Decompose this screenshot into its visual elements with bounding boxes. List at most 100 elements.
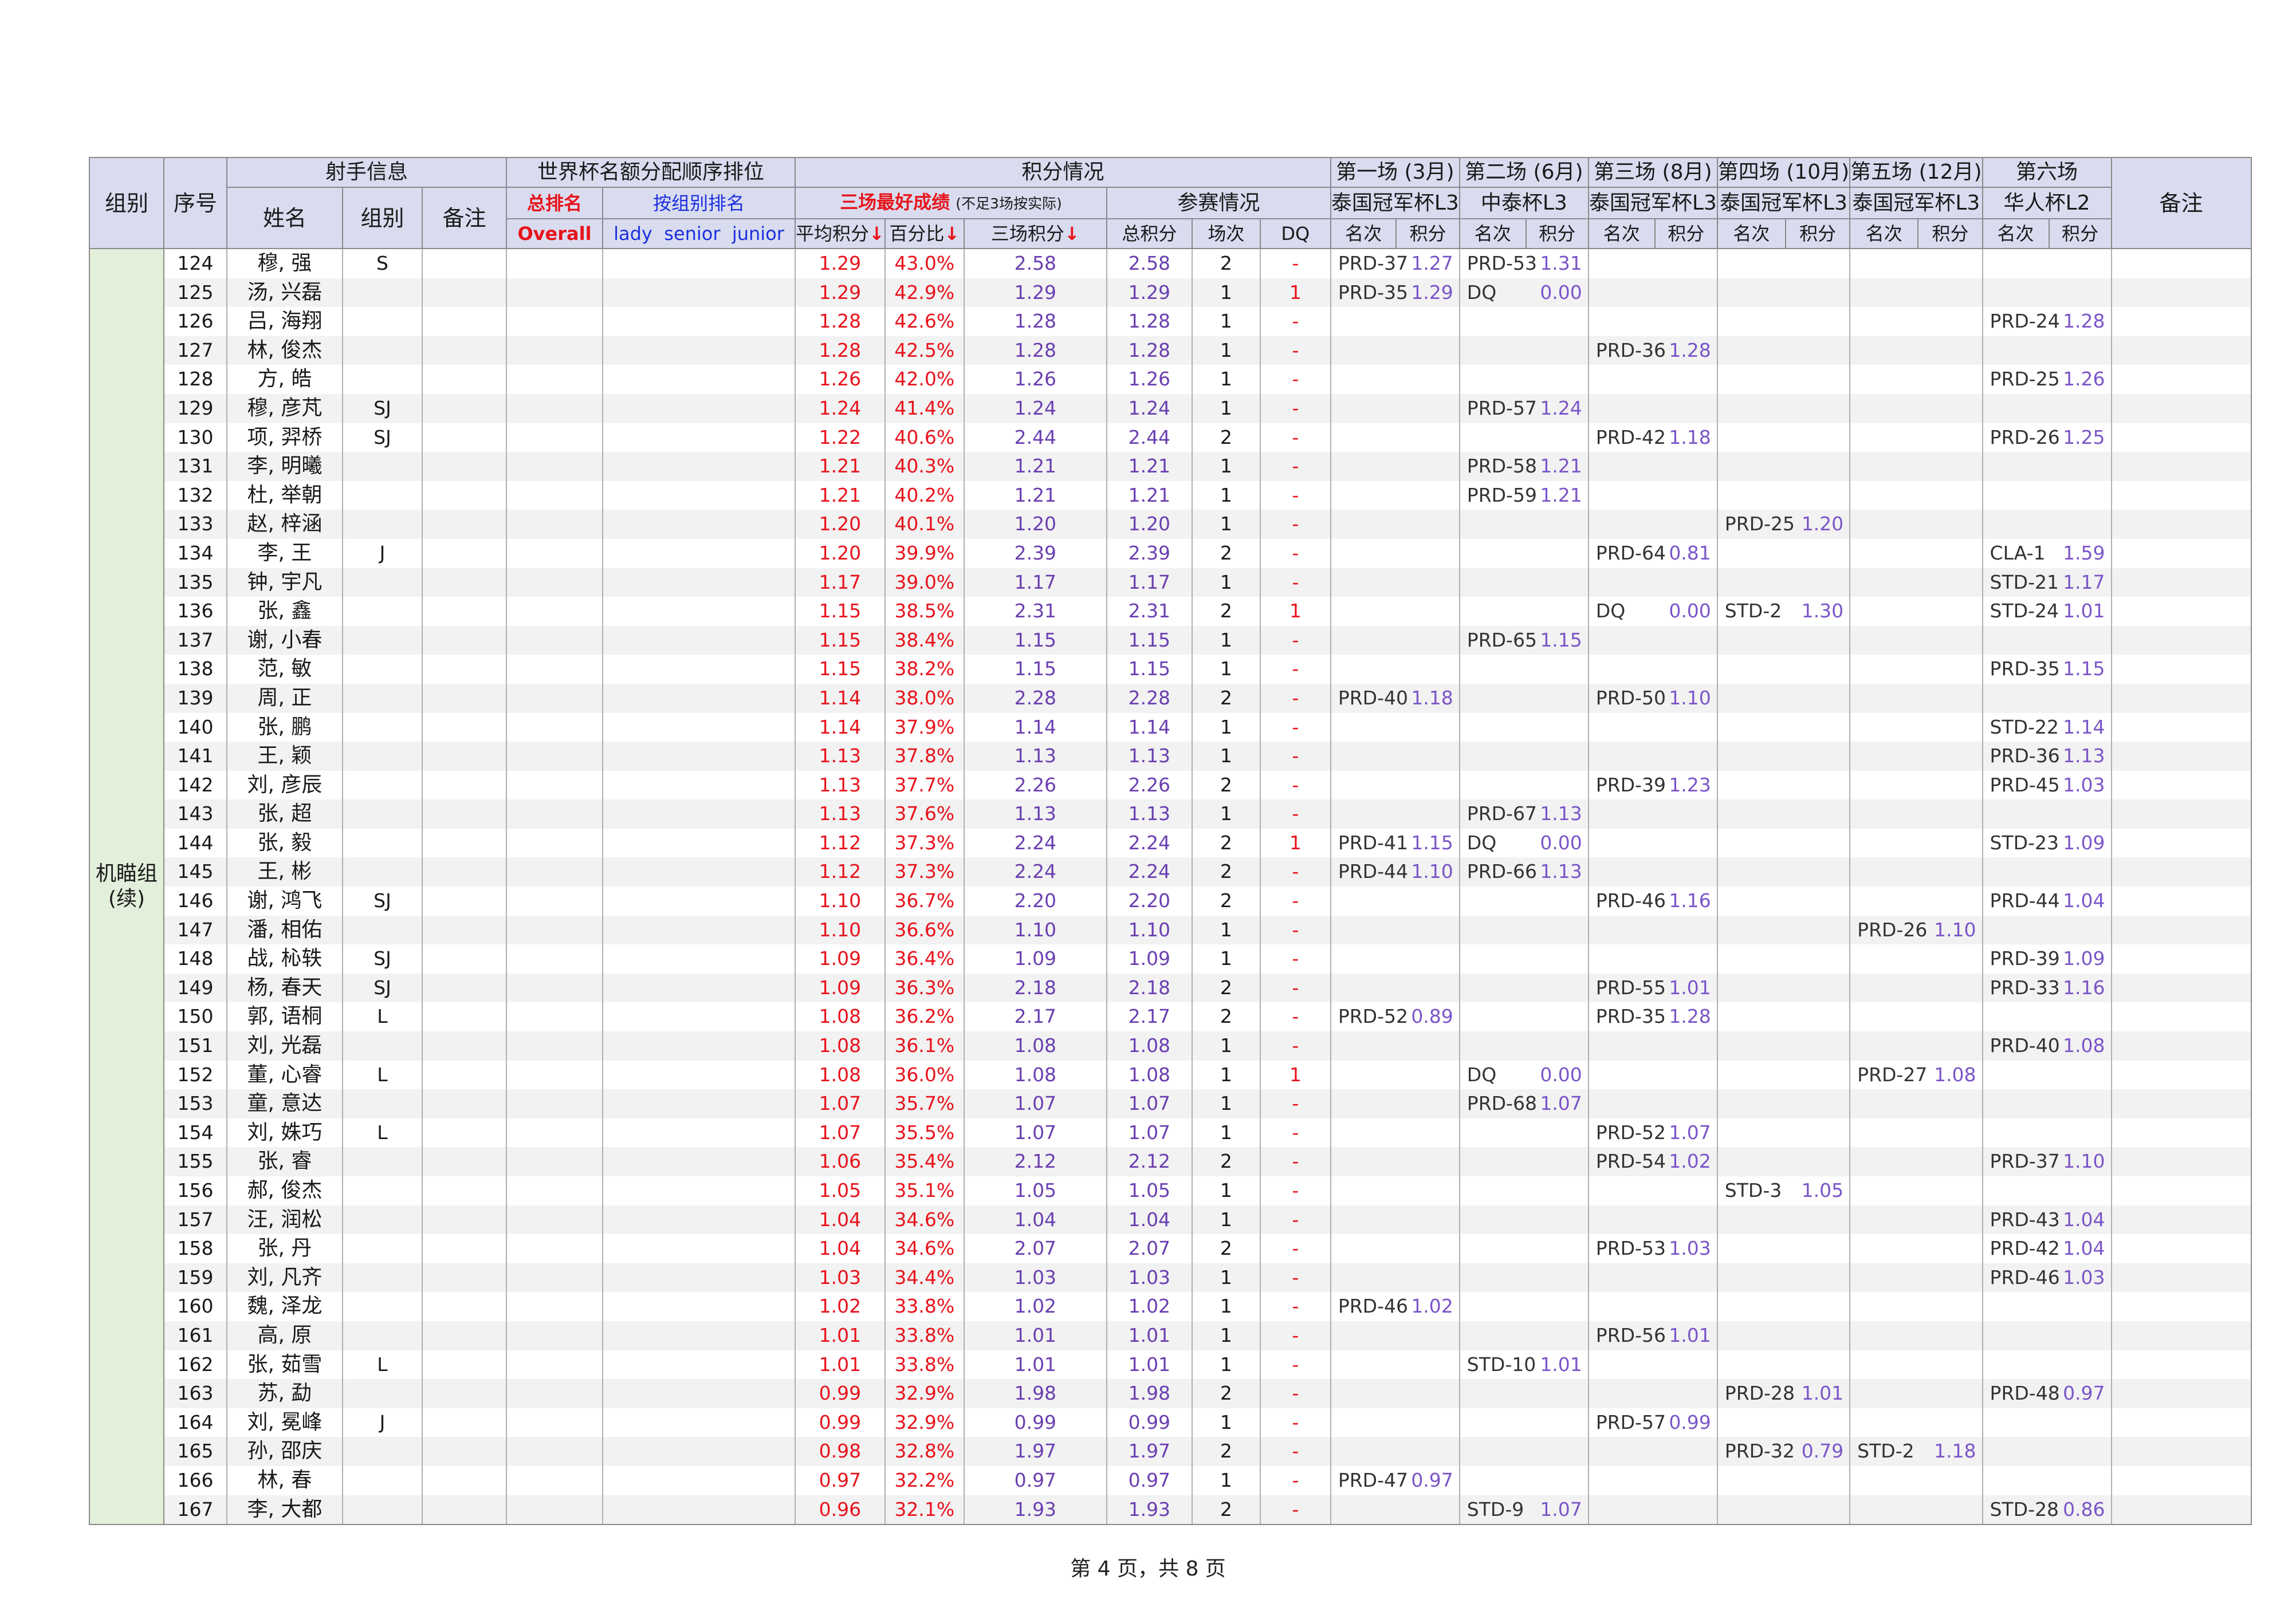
three-cell: 1.28 (963, 336, 1107, 365)
dq-cell: - (1259, 393, 1331, 423)
event-6-result-cell (1982, 480, 2112, 510)
table-row: 136 张, 鑫 1.15 38.5% 2.31 2.31 2 1 DQ 0.00 STD-2 1.3… (89, 597, 2252, 626)
event-5-result-cell (1849, 423, 1983, 452)
note-cell (422, 944, 506, 974)
three-cell: 1.15 (963, 625, 1107, 655)
pct-cell: 40.3% (884, 452, 964, 481)
event-score: 1.13 (1540, 802, 1582, 825)
dq-cell: - (1259, 1321, 1331, 1350)
event-place: PRD-26 (1857, 918, 1928, 941)
event-2-result-cell (1458, 944, 1589, 974)
remarks-cell (2110, 510, 2252, 539)
event-2-result-cell (1458, 742, 1589, 771)
group-rank-cell (602, 655, 795, 684)
avg-cell: 1.12 (795, 828, 885, 858)
note-cell (422, 307, 506, 336)
event-score: 1.07 (1669, 1121, 1711, 1144)
event-place: PRD-58 (1467, 455, 1537, 478)
note-cell (422, 915, 506, 945)
name-cell: 董, 心睿 (226, 1060, 343, 1090)
event-score: 1.13 (1540, 860, 1582, 883)
seq-cell: 145 (163, 857, 227, 887)
total-cell: 1.07 (1106, 1089, 1192, 1118)
three-cell: 0.97 (963, 1466, 1107, 1495)
three-cell: 1.29 (963, 278, 1107, 308)
table-row: 133 赵, 梓涵 1.20 40.1% 1.20 1.20 1- PRD-25 1.20 (89, 510, 2252, 539)
avg-cell: 1.08 (795, 1031, 885, 1061)
pct-cell: 33.8% (884, 1292, 964, 1321)
avg-cell: 1.09 (795, 973, 885, 1003)
pct-cell: 37.3% (884, 828, 964, 858)
event-6-result-cell: PRD-37 1.10 (1982, 1147, 2112, 1176)
seq-cell: 167 (163, 1495, 227, 1526)
event-score: 1.18 (1411, 686, 1453, 709)
count-cell: 1 (1191, 625, 1260, 655)
overall-rank-cell (506, 510, 603, 539)
name-cell: 张, 毅 (226, 828, 343, 858)
subgroup-cell: L (342, 1002, 422, 1032)
event-score: 0.00 (1669, 600, 1711, 623)
group-rank-cell (602, 538, 795, 568)
table-row: 128 方, 皓 1.26 42.0% 1.26 1.26 1- PRD-25 1.26 (89, 365, 2252, 394)
remarks-cell (2110, 1176, 2252, 1206)
pct-cell: 39.9% (884, 538, 964, 568)
event-6-result-cell: STD-23 1.09 (1982, 828, 2112, 858)
name-cell: 汪, 润松 (226, 1205, 343, 1235)
event-4-place-header: 名次 (1716, 218, 1787, 249)
event-3-result-cell (1587, 393, 1717, 423)
table-row: 134 李, 王 J 1.20 39.9% 2.39 2.39 2- PRD-64 0.81 CLA… (89, 538, 2252, 568)
event-4-result-cell (1716, 887, 1850, 916)
event-4-result-cell (1716, 973, 1850, 1003)
event-4-result-cell (1716, 683, 1850, 713)
avg-cell: 1.04 (795, 1234, 885, 1263)
subgroup-cell (342, 1031, 422, 1061)
note-cell (422, 683, 506, 713)
count-cell: 1 (1191, 1263, 1260, 1293)
event-6-result-cell: PRD-46 1.03 (1982, 1263, 2112, 1293)
name-cell: 李, 明曦 (226, 452, 343, 481)
event-place: PRD-46 (1338, 1295, 1408, 1318)
event-5-result-cell (1849, 538, 1983, 568)
overall-rank-cell (506, 1205, 603, 1235)
avg-cell: 1.13 (795, 770, 885, 800)
count-cell: 1 (1191, 799, 1260, 829)
overall-rank-cell (506, 1089, 603, 1118)
pct-cell: 37.9% (884, 712, 964, 742)
overall-rank-cell (506, 336, 603, 365)
event-6-result-cell (1982, 1002, 2112, 1032)
group-label: 机瞄组 (95, 862, 158, 886)
name-cell: 郭, 语桐 (226, 1002, 343, 1032)
event-6-result-cell: PRD-35 1.15 (1982, 655, 2112, 684)
overall-rank-cell (506, 625, 603, 655)
event-6-result-cell (1982, 1176, 2112, 1206)
event-score: 0.00 (1540, 831, 1582, 854)
event-1-result-cell (1330, 1437, 1460, 1466)
avg-cell: 1.24 (795, 393, 885, 423)
event-3-result-cell: PRD-50 1.10 (1587, 683, 1717, 713)
event-place: PRD-40 (1338, 686, 1408, 709)
event-place: STD-10 (1467, 1353, 1536, 1376)
event-5-result-cell (1849, 510, 1983, 539)
seq-cell: 131 (163, 452, 227, 481)
seq-cell: 133 (163, 510, 227, 539)
note-cell (422, 1408, 506, 1437)
event-5-result-cell: PRD-26 1.10 (1849, 915, 1983, 945)
remarks-cell (2110, 568, 2252, 597)
event-place: PRD-53 (1467, 252, 1537, 274)
event-6-result-cell (1982, 452, 2112, 481)
table-row: 150 郭, 语桐 L 1.08 36.2% 2.17 2.17 2- PRD-52 0.89 PR… (89, 1002, 2252, 1032)
event-place: PRD-25 (1724, 513, 1795, 535)
group-rank-cell (602, 887, 795, 916)
event-5-result-cell (1849, 799, 1983, 829)
overall-rank-cell (506, 973, 603, 1003)
event-5-result-cell (1849, 712, 1983, 742)
subgroup-cell (342, 1466, 422, 1495)
event-6-result-cell: STD-24 1.01 (1982, 597, 2112, 626)
table-row: 167 李, 大都 0.96 32.1% 1.93 1.93 2- STD-9 1.07 STD-… (89, 1495, 2252, 1526)
event-3-result-cell (1587, 1292, 1717, 1321)
event-5-result-cell (1849, 770, 1983, 800)
event-1-result-cell (1330, 1379, 1460, 1408)
seq-cell: 166 (163, 1466, 227, 1495)
seq-cell: 153 (163, 1089, 227, 1118)
remarks-cell (2110, 597, 2252, 626)
